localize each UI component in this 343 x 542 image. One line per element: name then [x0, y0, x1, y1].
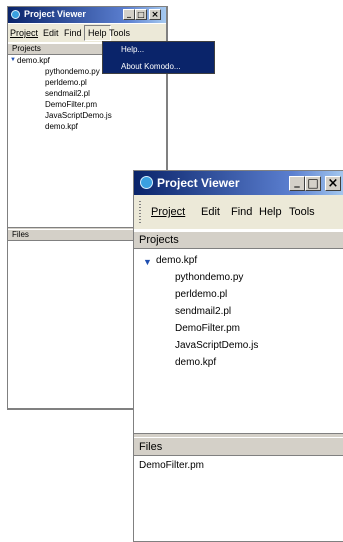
tree-file[interactable]: sendmail2.pl — [45, 89, 90, 98]
tree-file[interactable]: DemoFilter.pm — [45, 100, 97, 109]
projects-header-label: Projects — [139, 234, 179, 246]
collapse-twisty-icon[interactable]: ▼ — [143, 257, 152, 267]
files-header-label: Files — [139, 441, 163, 453]
tree-file[interactable]: DemoFilter.pm — [175, 323, 240, 334]
projects-tree: ▼ demo.kpf pythondemo.py perldemo.pl sen… — [134, 249, 343, 433]
menu-project[interactable]: Project — [151, 206, 185, 218]
window-title: Project Viewer — [157, 176, 240, 190]
minimize-button[interactable]: _ — [123, 9, 135, 20]
tree-root[interactable]: demo.kpf — [17, 56, 50, 65]
tree-file[interactable]: pythondemo.py — [45, 67, 100, 76]
tree-file[interactable]: perldemo.pl — [45, 78, 87, 87]
tree-root[interactable]: demo.kpf — [156, 255, 197, 266]
files-header: Files — [134, 437, 343, 456]
files-list: DemoFilter.pm — [134, 456, 343, 541]
menu-tools[interactable]: Tools — [289, 206, 315, 218]
maximize-button[interactable]: □ — [135, 9, 147, 20]
tree-file[interactable]: perldemo.pl — [175, 289, 227, 300]
menu-bar: Project Edit Find Help Tools — [134, 195, 343, 229]
tree-file[interactable]: JavaScriptDemo.js — [45, 111, 112, 120]
tree-file[interactable]: sendmail2.pl — [175, 306, 231, 317]
projects-header-label: Projects — [12, 44, 41, 53]
collapse-twisty-icon[interactable]: ▼ — [10, 57, 16, 63]
projects-header: Projects — [134, 231, 343, 249]
files-header-label: Files — [12, 230, 29, 239]
tree-file[interactable]: pythondemo.py — [175, 272, 243, 283]
close-button[interactable]: × — [149, 9, 161, 20]
menu-help[interactable]: Help — [259, 206, 282, 218]
help-dropdown-menu: Help... About Komodo... — [102, 41, 215, 74]
window-title: Project Viewer — [24, 9, 86, 19]
about-menu-item[interactable]: About Komodo... — [121, 62, 214, 71]
menu-help[interactable]: Help — [84, 25, 111, 41]
menu-edit[interactable]: Edit — [43, 28, 59, 38]
menu-find[interactable]: Find — [64, 28, 82, 38]
project-viewer-window-large: Project Viewer _ □ × Project Edit Find H… — [133, 170, 343, 542]
help-menu-item[interactable]: Help... — [121, 45, 214, 54]
title-bar[interactable]: Project Viewer _ □ × — [134, 171, 343, 195]
menu-tools[interactable]: Tools — [109, 28, 130, 38]
minimize-button[interactable]: _ — [289, 176, 305, 191]
app-icon — [140, 176, 153, 189]
menubar-grip[interactable] — [139, 201, 141, 223]
menu-bar: Project Edit Find Help Tools — [8, 24, 166, 42]
tree-file[interactable]: demo.kpf — [45, 122, 78, 131]
menu-project[interactable]: Project — [10, 28, 38, 38]
app-icon — [11, 10, 20, 19]
tree-file[interactable]: demo.kpf — [175, 357, 216, 368]
menu-edit[interactable]: Edit — [201, 206, 220, 218]
menu-find[interactable]: Find — [231, 206, 252, 218]
file-list-item[interactable]: DemoFilter.pm — [139, 460, 204, 471]
tree-file[interactable]: JavaScriptDemo.js — [175, 340, 258, 351]
close-button[interactable]: × — [325, 176, 341, 191]
title-bar[interactable]: Project Viewer _ □ × — [8, 7, 166, 23]
maximize-button[interactable]: □ — [305, 176, 321, 191]
